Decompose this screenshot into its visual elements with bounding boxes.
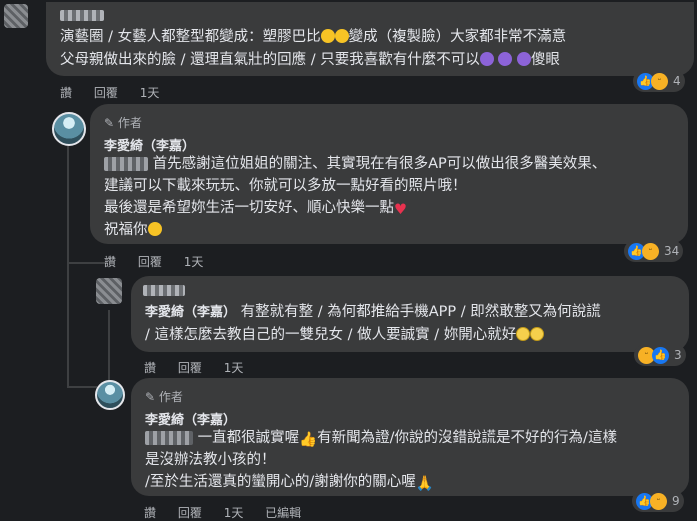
reply-text-line1: 首先感謝這位姐姐的關注、其實現在有很多AP可以做出很多醫美效果、 bbox=[104, 154, 606, 175]
timestamp[interactable]: 1天 bbox=[224, 506, 244, 520]
pencil-icon: ✎ bbox=[104, 116, 115, 130]
reaction-summary[interactable]: 👍 ᵕ 4 bbox=[633, 70, 685, 92]
sad-emoji-icon bbox=[516, 327, 531, 341]
comment-actions: 讚 回覆 1天 bbox=[60, 84, 177, 101]
like-reaction-icon: 👍 bbox=[652, 346, 669, 364]
author-name[interactable]: 李愛綺（李嘉） bbox=[145, 409, 236, 428]
author-avatar[interactable] bbox=[52, 112, 86, 146]
commenter-avatar[interactable] bbox=[96, 278, 122, 304]
reply-text-line4: 祝福你 bbox=[104, 220, 162, 241]
author-name[interactable]: 李愛綺（李嘉） bbox=[104, 135, 195, 154]
heart-emoji-icon: ♥ bbox=[394, 202, 407, 218]
thread-line bbox=[67, 262, 107, 264]
commenter-avatar[interactable] bbox=[4, 4, 28, 28]
purple-emoji-icon bbox=[479, 52, 494, 66]
haha-reaction-icon: ᵕ bbox=[651, 72, 668, 90]
reply-bubble: ✎ 作者 李愛綺（李嘉） 首先感謝這位姐姐的關注、其實現在有很多AP可以做出很多… bbox=[90, 104, 688, 244]
reply-actions: 讚 回覆 1天 bbox=[104, 253, 221, 270]
reply-button[interactable]: 回覆 bbox=[178, 506, 202, 520]
reply-bubble: 李愛綺（李嘉） 有整就有整 / 為何都推給手機APP / 即然敢整又為何說謊 /… bbox=[131, 276, 689, 352]
reply-bubble: ✎ 作者 李愛綺（李嘉） 一直都很誠實喔👍有新聞為證/你說的沒錯說謊是不好的行為… bbox=[131, 378, 689, 496]
reply-text-line3: 最後還是希望妳生活一切安好、順心快樂一點♥ bbox=[104, 198, 407, 221]
laugh-emoji-icon bbox=[334, 29, 349, 43]
like-button[interactable]: 讚 bbox=[104, 255, 116, 269]
haha-reaction-icon: ᵕ bbox=[642, 242, 659, 260]
thread-line bbox=[67, 386, 97, 388]
reply-button[interactable]: 回覆 bbox=[138, 255, 162, 269]
reaction-summary[interactable]: ᵕ 👍 3 bbox=[634, 344, 686, 366]
author-avatar[interactable] bbox=[95, 380, 125, 410]
reply-text-line1: 李愛綺（李嘉） 有整就有整 / 為何都推給手機APP / 即然敢整又為何說謊 bbox=[145, 304, 601, 320]
laugh-emoji-icon bbox=[320, 29, 335, 43]
timestamp[interactable]: 1天 bbox=[184, 255, 204, 269]
reply-actions: 讚 回覆 1天 bbox=[144, 359, 261, 376]
reply-button[interactable]: 回覆 bbox=[178, 361, 202, 375]
comment-bubble: 演藝圈 / 女藝人都整型都變成：塑膠巴比 變成（複製臉）大家都非常不滿意 父母親做… bbox=[46, 2, 694, 76]
haha-reaction-icon: ᵕ bbox=[650, 492, 667, 510]
timestamp[interactable]: 1天 bbox=[140, 86, 160, 100]
reply-text-line3: /至於生活還真的蠻開心的/謝謝你的關心喔🙏 bbox=[145, 472, 434, 495]
comment-text-line1: 演藝圈 / 女藝人都整型都變成：塑膠巴比 變成（複製臉）大家都非常不滿意 bbox=[60, 29, 567, 45]
mention-blurred[interactable] bbox=[104, 157, 148, 171]
reply-text-line2: 是沒辦法教小孩的！ bbox=[145, 452, 276, 468]
smile-emoji-icon bbox=[147, 222, 162, 236]
edited-label[interactable]: 已編輯 bbox=[265, 506, 301, 520]
comment-text-line2: 父母親做出來的臉 / 還理直氣壯的回應 / 只要我喜歡有什麼不可以 傻眼 bbox=[60, 52, 560, 68]
author-badge: ✎ 作者 bbox=[145, 390, 183, 404]
pray-emoji-icon: 🙏 bbox=[415, 476, 434, 492]
reply-text-line1: 一直都很誠實喔👍有新聞為證/你說的沒錯說謊是不好的行為/這樣 bbox=[145, 428, 617, 451]
thumbs-up-emoji-icon: 👍 bbox=[299, 432, 318, 448]
mention-blurred[interactable] bbox=[145, 431, 193, 445]
reply-button[interactable]: 回覆 bbox=[94, 86, 118, 100]
reply-text-line2: / 這樣怎麼去教自己的一雙兒女 / 做人要誠實 / 妳開心就好 bbox=[145, 325, 545, 346]
author-badge: ✎ 作者 bbox=[104, 116, 142, 130]
like-button[interactable]: 讚 bbox=[60, 86, 72, 100]
purple-emoji-icon bbox=[498, 52, 513, 66]
like-button[interactable]: 讚 bbox=[144, 361, 156, 375]
reaction-summary[interactable]: 👍 ᵕ 9 bbox=[632, 490, 684, 512]
like-button[interactable]: 讚 bbox=[144, 506, 156, 520]
pencil-icon: ✎ bbox=[145, 390, 156, 404]
commenter-name[interactable] bbox=[60, 10, 104, 21]
reply-actions: 讚 回覆 1天 已編輯 bbox=[144, 504, 319, 521]
sad-emoji-icon bbox=[530, 327, 545, 341]
reaction-summary[interactable]: 👍 ᵕ 34 bbox=[624, 240, 684, 262]
timestamp[interactable]: 1天 bbox=[224, 361, 244, 375]
purple-emoji-icon bbox=[516, 52, 531, 66]
commenter-name[interactable] bbox=[143, 285, 185, 296]
mention-link[interactable]: 李愛綺（李嘉） bbox=[145, 305, 236, 320]
reply-text-line2: 建議可以下載來玩玩、你就可以多放一點好看的照片哦！ bbox=[104, 178, 467, 194]
thread-line bbox=[67, 146, 69, 386]
